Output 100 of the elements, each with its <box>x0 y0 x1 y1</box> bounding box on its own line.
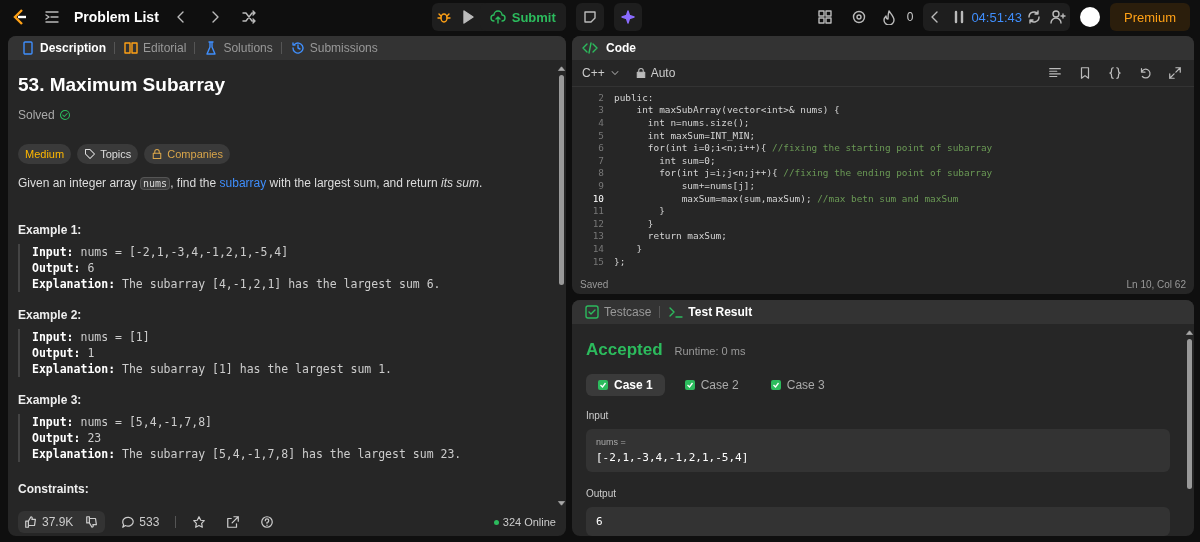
parameter-value: [-2,1,-3,4,-1,2,1,-5,4] <box>596 451 750 464</box>
cursor-position: Ln 10, Col 62 <box>1126 278 1186 290</box>
panel-tab[interactable]: Submissions <box>287 40 380 56</box>
example-line: Output: 23 <box>32 430 103 446</box>
checkbox-icon <box>584 304 600 320</box>
code-icon <box>582 40 598 56</box>
line-number: 11 <box>591 205 605 217</box>
example-line: Output: 1 <box>32 345 96 361</box>
code-line: int n=nums.size(); <box>646 117 750 128</box>
history-icon <box>289 40 306 56</box>
subarray-link[interactable]: subarray <box>219 176 267 190</box>
code-line: public: <box>614 91 654 103</box>
panel-tab[interactable]: Testcase <box>582 304 654 320</box>
add-user-icon <box>1050 9 1066 25</box>
problem-title: 53. Maximum Subarray <box>18 74 226 96</box>
star-icon <box>192 515 207 529</box>
code-line: int maxSubArray(vector<int>& nums) { <box>635 104 840 116</box>
line-number: 15 <box>591 255 605 267</box>
code-line: maxSum=max(sum,maxSum); <box>680 192 813 204</box>
code-comment: //fixing the ending point of subarray <box>783 167 993 179</box>
lock-icon <box>151 148 164 160</box>
check-circle-icon <box>58 109 71 121</box>
problem-list-title[interactable]: Problem List <box>74 9 159 25</box>
avatar[interactable] <box>1080 7 1100 27</box>
example-line: Explanation: The subarray [5,4,-1,7,8] has the largest sum 23. <box>32 446 463 462</box>
ai-button[interactable] <box>613 3 642 31</box>
comment-icon <box>121 515 136 529</box>
code-line: } <box>658 205 665 217</box>
example-line: Explanation: The subarray [1] has the largest sum 1. <box>32 361 394 377</box>
line-number: 10 <box>591 192 605 204</box>
align-left-icon <box>1048 66 1062 80</box>
scrollbar-thumb[interactable] <box>558 75 564 285</box>
sparkle-icon <box>619 9 636 25</box>
expand-icon <box>1168 66 1182 80</box>
line-number: 7 <box>597 154 605 166</box>
case-tab[interactable]: Case 3 <box>758 374 837 396</box>
language-select[interactable]: C++ <box>580 66 623 80</box>
tag-icon <box>84 148 97 160</box>
line-number: 14 <box>591 242 605 254</box>
online-status-icon <box>493 519 499 525</box>
mode-label: Auto <box>650 66 676 80</box>
example-line: Output: 6 <box>32 260 96 276</box>
code-line: } <box>635 242 643 254</box>
difficulty-tag[interactable]: Medium <box>18 144 72 164</box>
scroll-up-icon <box>556 64 566 73</box>
companies-tag[interactable]: Companies <box>144 144 230 164</box>
settings-icon <box>850 9 867 25</box>
code-line: } <box>646 217 654 229</box>
code-line: sum+=nums[j]; <box>680 179 756 191</box>
line-number: 13 <box>591 230 605 242</box>
scroll-down-icon <box>556 499 566 508</box>
constraints-heading: Constraints: <box>18 482 90 496</box>
example-line: Input: nums = [1] <box>32 329 151 345</box>
output-value: 6 <box>596 515 604 528</box>
verdict: Accepted <box>586 340 663 360</box>
notes-button[interactable] <box>575 3 604 31</box>
code-line: int maxSum=INT_MIN; <box>646 129 756 141</box>
case-tab[interactable]: Case 1 <box>586 374 665 396</box>
comments-button[interactable]: 533 <box>117 511 164 533</box>
input-label: Input <box>586 410 610 421</box>
example-line: Explanation: The subarray [4,-1,2,1] has the largest sum 6. <box>32 276 442 292</box>
topics-tag[interactable]: Topics <box>77 144 139 164</box>
panel-tab[interactable]: Solutions <box>201 40 275 56</box>
panel-tab[interactable]: Editorial <box>121 40 189 56</box>
code-line: for(int j=i;j<n;j++){ <box>658 167 779 179</box>
help-icon <box>260 515 275 529</box>
line-number: 6 <box>597 142 605 154</box>
flame-icon <box>880 9 897 25</box>
code-line: int sum=0; <box>658 154 716 166</box>
scroll-up-icon <box>1184 328 1194 337</box>
braces-icon <box>1108 66 1122 80</box>
shuffle-icon <box>240 9 257 25</box>
code-comment: //max betn sum and maxSum <box>817 192 959 204</box>
code-panel-title: Code <box>605 41 637 55</box>
line-number: 2 <box>597 91 605 103</box>
example-line: Input: nums = [-2,1,-3,4,-1,2,1,-5,4] <box>32 244 290 260</box>
scrollbar-thumb[interactable] <box>1186 339 1192 489</box>
timer: 04:51:43 <box>971 9 1022 25</box>
code-line: }; <box>614 255 626 267</box>
code-line: for(int i=0;i<n;i++){ <box>646 142 768 154</box>
line-number: 12 <box>591 217 605 229</box>
line-number: 4 <box>597 117 605 128</box>
premium-button[interactable]: Premium <box>1110 3 1190 31</box>
solved-status: Solved <box>18 108 55 122</box>
panel-tab[interactable]: Description <box>18 40 108 56</box>
line-number: 5 <box>597 129 605 141</box>
document-icon <box>20 40 36 56</box>
example-line: Input: nums = [5,4,-1,7,8] <box>32 414 214 430</box>
cloud-upload-icon <box>489 9 506 25</box>
panel-tab[interactable]: Test Result <box>666 304 755 320</box>
streak-count: 0 <box>906 10 914 24</box>
book-icon <box>123 40 139 56</box>
line-number: 3 <box>597 104 605 116</box>
example-heading: Example 3: <box>18 393 83 407</box>
thumbs-up-icon <box>24 515 38 529</box>
problem-statement: Given an integer array nums , find the subarray with the largest sum, and return its sum. <box>18 175 484 192</box>
lock-icon <box>634 67 647 79</box>
note-icon <box>581 9 598 25</box>
grid-icon <box>816 9 833 25</box>
case-tab[interactable]: Case 2 <box>672 374 751 396</box>
